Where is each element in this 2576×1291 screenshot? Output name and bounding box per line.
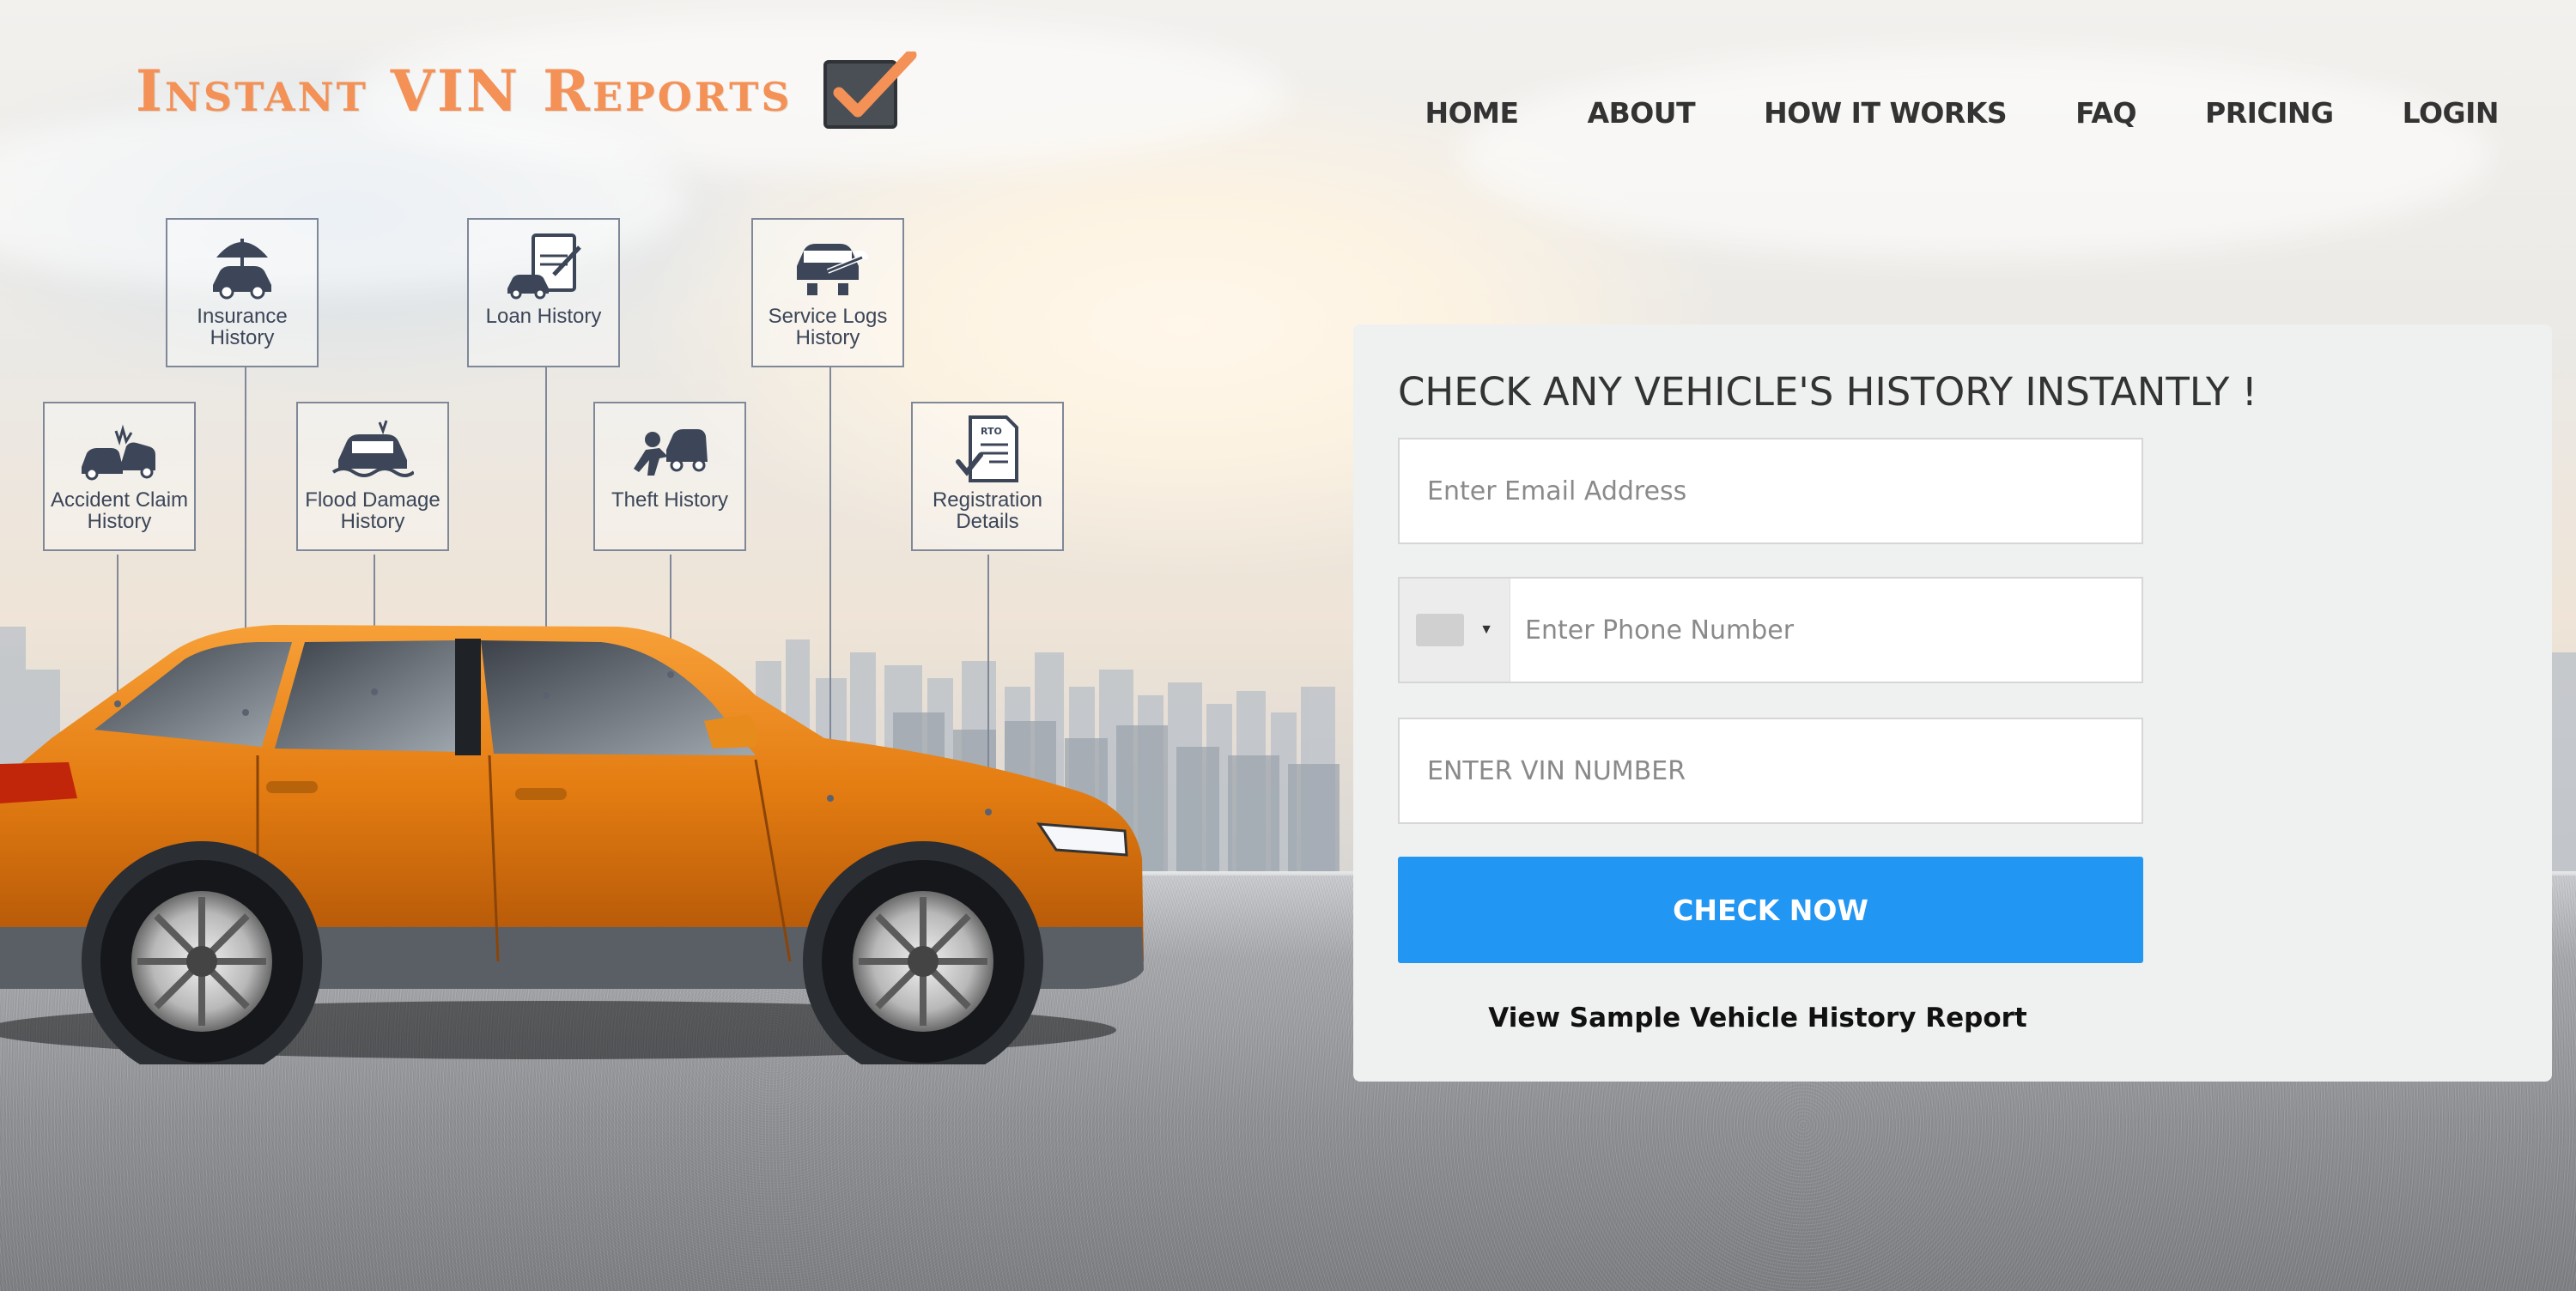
checkbox-check-icon [823, 52, 917, 129]
country-code-selector[interactable]: ▼ [1400, 579, 1510, 682]
feature-label: Theft History [611, 488, 729, 512]
vin-input[interactable] [1400, 719, 2142, 822]
feature-label: Insurance History [197, 305, 288, 349]
vin-field [1398, 718, 2143, 824]
feature-insurance-history: Insurance History [166, 218, 319, 367]
vin-check-form-panel: CHECK ANY VEHICLE'S HISTORY INSTANTLY ! … [1353, 324, 2552, 1082]
phone-field: ▼ [1398, 577, 2143, 683]
logo-text: Instant VIN Reports [136, 58, 793, 124]
view-sample-report-link[interactable]: View Sample Vehicle History Report [1398, 1003, 2117, 1033]
country-flag-icon [1416, 614, 1465, 646]
feature-accident-claim-history: Accident Claim History [43, 402, 196, 551]
main-nav: HOME ABOUT HOW IT WORKS FAQ PRICING LOGI… [1425, 96, 2500, 130]
nav-about[interactable]: ABOUT [1588, 96, 1696, 130]
feature-label: Registration Details [932, 488, 1043, 533]
phone-input[interactable] [1510, 579, 2142, 682]
nav-pricing[interactable]: PRICING [2205, 96, 2334, 130]
email-field [1398, 438, 2143, 544]
feature-service-logs-history: Service Logs History [751, 218, 904, 367]
connector-dot [827, 795, 834, 802]
feature-label: Loan History [485, 305, 602, 328]
feature-label: Accident Claim History [50, 488, 189, 533]
site-logo[interactable]: Instant VIN Reports [136, 52, 918, 129]
connector-dot [543, 692, 550, 699]
chevron-down-icon: ▼ [1479, 622, 1493, 637]
form-title: CHECK ANY VEHICLE'S HISTORY INSTANTLY ! [1398, 369, 2257, 415]
feature-theft-history: Theft History [593, 402, 746, 551]
umbrella-car-icon [213, 239, 271, 300]
feature-label: Service Logs History [768, 305, 888, 349]
feature-label: Flood Damage History [305, 488, 440, 533]
feature-flood-damage-history: Flood Damage History [296, 402, 449, 551]
nav-login[interactable]: LOGIN [2403, 96, 2500, 130]
email-input[interactable] [1400, 439, 2142, 542]
connector-dot [985, 809, 992, 815]
connector-dot [114, 700, 121, 707]
thief-car-icon [634, 429, 708, 476]
rto-document-icon: RTO [956, 415, 1018, 482]
nav-home[interactable]: HOME [1425, 96, 1520, 130]
wrench-car-icon [797, 244, 868, 295]
connector-dot [667, 671, 674, 678]
connector-dot [242, 709, 249, 716]
connector-dot [371, 688, 378, 695]
car-crash-icon [82, 424, 155, 481]
flooded-car-icon [331, 420, 414, 477]
nav-how-it-works[interactable]: HOW IT WORKS [1764, 96, 2008, 130]
orange-suv-image [0, 625, 1144, 1064]
feature-registration-details: RTO Registration Details [911, 402, 1064, 551]
nav-faq[interactable]: FAQ [2075, 96, 2136, 130]
check-now-button[interactable]: CHECK NOW [1398, 857, 2143, 963]
feature-loan-history: Loan History [467, 218, 620, 367]
loan-document-car-icon [507, 233, 581, 300]
svg-text:RTO: RTO [981, 426, 1002, 437]
